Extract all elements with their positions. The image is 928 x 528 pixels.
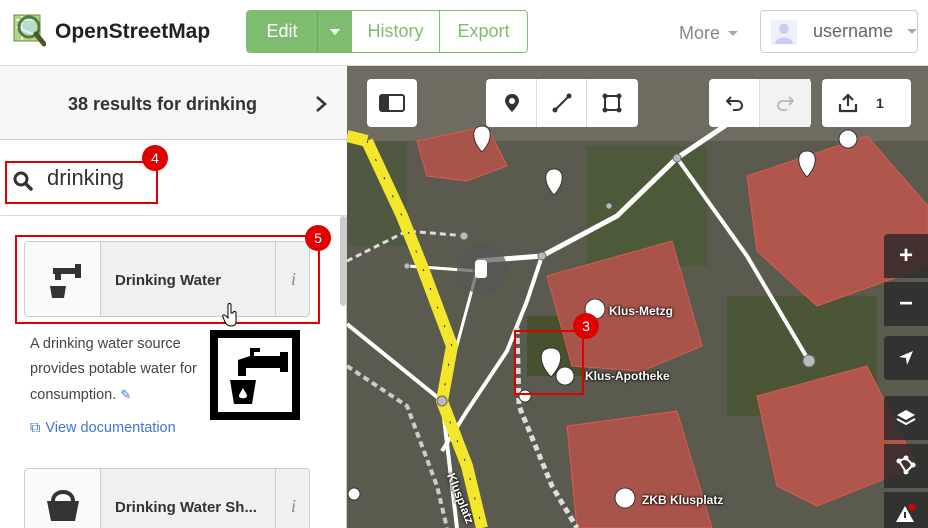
add-point-button[interactable] (487, 79, 537, 127)
plus-icon: + (898, 242, 913, 269)
chevron-down-icon (329, 28, 340, 35)
map-data-button[interactable] (884, 444, 928, 488)
sidebar-header: 38 results for drinking (0, 66, 347, 140)
warning-icon (896, 503, 916, 522)
drinking-water-sign-image (210, 330, 300, 420)
export-button[interactable]: Export (439, 11, 527, 52)
map-data-icon (896, 455, 916, 475)
chevron-down-icon (728, 31, 739, 36)
annotation-badge-4: 4 (142, 145, 168, 171)
preset-icon-container (25, 469, 101, 528)
annotation-badge-5: 5 (305, 225, 331, 251)
map-pin-icon (504, 94, 519, 112)
app-root: OpenStreetMap Edit History Export More u… (0, 0, 928, 528)
annotation-badge-3: 3 (573, 313, 599, 339)
add-line-button[interactable] (537, 79, 587, 127)
edit-dropdown-button[interactable] (317, 11, 351, 52)
sidebar-toggle-button[interactable] (367, 79, 417, 127)
poi-label-klus-metzg[interactable]: Klus-Metzg (609, 304, 673, 318)
redo-button[interactable] (760, 79, 810, 127)
description-text: A drinking water source provides potable… (30, 336, 197, 403)
background-layers-button[interactable] (884, 396, 928, 440)
zoom-in-button[interactable]: + (884, 234, 928, 278)
preset-label: Drinking Water Sh... (115, 499, 257, 516)
poi-label-zkb[interactable]: ZKB Klusplatz (642, 493, 723, 507)
view-documentation-link[interactable]: ⧉ View documentation (30, 420, 176, 436)
preset-result-drinking-water-shop[interactable]: Drinking Water Sh... i (24, 468, 310, 528)
edit-button[interactable]: Edit (247, 11, 317, 52)
annotation-box-4 (5, 161, 158, 204)
undo-icon (725, 96, 743, 111)
doc-link-label: View documentation (45, 420, 176, 436)
hand-cursor-icon (222, 303, 237, 327)
location-arrow-icon (899, 351, 913, 365)
issues-button[interactable] (884, 492, 928, 528)
sidebar-toggle-icon (379, 94, 405, 112)
username-label: username (812, 21, 893, 41)
redo-icon (776, 96, 794, 111)
line-icon (552, 93, 571, 113)
upload-icon (838, 93, 858, 113)
save-button[interactable]: 1 (822, 79, 911, 127)
user-menu[interactable]: username (760, 10, 918, 53)
changes-count: 1 (876, 95, 884, 111)
satellite-map (347, 66, 928, 528)
pencil-icon[interactable]: ✎ (120, 382, 131, 407)
sidebar: 38 results for drinking Drinking Water (0, 66, 347, 528)
layers-icon (896, 410, 916, 426)
minus-icon: − (898, 290, 913, 317)
zoom-out-button[interactable]: − (884, 282, 928, 326)
annotation-box-5 (15, 235, 320, 324)
sidebar-scrollbar[interactable] (340, 216, 346, 306)
map-view[interactable]: Klus-Metzg Klus-Apotheke Klusplatz ZKB K… (347, 66, 928, 528)
undo-redo-group (709, 79, 811, 127)
chevron-down-icon (907, 29, 917, 34)
mode-button-group: Edit History Export (246, 10, 528, 53)
more-label: More (679, 23, 721, 43)
results-title: 38 results for drinking (68, 94, 258, 114)
info-button[interactable]: i (275, 469, 309, 528)
draw-toolbar (486, 79, 638, 127)
area-icon (602, 93, 622, 113)
preset-description: A drinking water source provides potable… (30, 332, 200, 408)
shop-basket-icon (47, 490, 79, 521)
annotation-box-3 (514, 330, 584, 395)
undo-button[interactable] (710, 79, 760, 127)
poi-label-klus-apotheke[interactable]: Klus-Apotheke (585, 369, 670, 383)
add-area-button[interactable] (587, 79, 637, 127)
osm-logo-icon[interactable] (12, 12, 46, 48)
chevron-right-icon[interactable] (312, 94, 330, 114)
top-bar: OpenStreetMap Edit History Export More u… (0, 0, 928, 66)
history-button[interactable]: History (351, 11, 439, 52)
external-link-icon: ⧉ (30, 420, 41, 436)
avatar-icon (771, 19, 797, 44)
more-menu[interactable]: More (679, 23, 739, 44)
brand-name[interactable]: OpenStreetMap (55, 20, 210, 44)
geolocate-button[interactable] (884, 336, 928, 380)
